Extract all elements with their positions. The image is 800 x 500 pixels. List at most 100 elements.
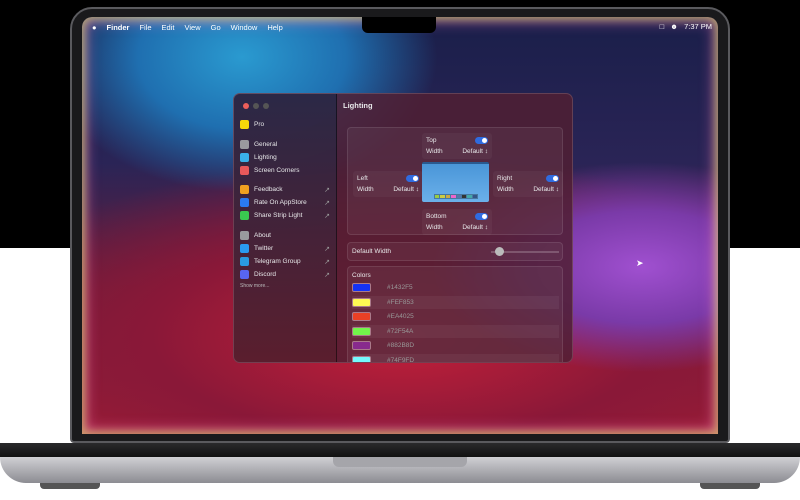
external-link-icon: ↗	[324, 212, 330, 220]
menu-finder[interactable]: Finder	[107, 23, 130, 32]
sidebar-item-label: Telegram Group	[254, 258, 301, 265]
zoom-button[interactable]	[263, 103, 269, 109]
right-toggle[interactable]	[546, 175, 559, 182]
colors-label: Colors	[352, 272, 371, 279]
sidebar-item-rate-on-appstore[interactable]: Rate On AppStore ↗	[240, 197, 332, 208]
menu-edit[interactable]: Edit	[162, 23, 175, 32]
color-hex: #EA4025	[387, 313, 414, 320]
sidebar-item-twitter[interactable]: Twitter ↗	[240, 243, 332, 254]
window-icon[interactable]: □	[660, 22, 665, 31]
menu-window[interactable]: Window	[231, 23, 258, 32]
sidebar-item-label: Rate On AppStore	[254, 199, 307, 206]
left-width-select[interactable]: Default ↕	[393, 186, 419, 193]
sidebar-item-label: Feedback	[254, 186, 283, 193]
laptop-foot	[40, 483, 100, 489]
color-row[interactable]: #882B8D	[352, 339, 559, 352]
color-swatch[interactable]	[352, 355, 371, 362]
color-swatch[interactable]	[352, 297, 371, 307]
sidebar-icon	[240, 257, 249, 266]
sidebar-item-pro[interactable]: Pro	[240, 119, 332, 130]
color-row[interactable]: #1432F5	[352, 281, 559, 294]
sidebar-item-label: About	[254, 232, 271, 239]
color-hex: #72F54A	[387, 327, 414, 335]
camera-notch	[362, 17, 436, 33]
color-row[interactable]: #72F54A	[352, 324, 559, 338]
sidebar-item-label: Lighting	[254, 154, 277, 161]
sidebar-icon	[240, 211, 249, 220]
color-row[interactable]: #EA4025	[352, 310, 559, 323]
sidebar-icon	[240, 270, 249, 279]
sidebar-icon	[240, 231, 249, 240]
apple-icon[interactable]: ●	[92, 23, 97, 32]
menu-go[interactable]: Go	[211, 23, 221, 32]
menu-extras: □ ☻ 7:37 PM	[660, 22, 712, 31]
top-toggle[interactable]	[475, 137, 488, 144]
screen-preview	[422, 162, 489, 202]
settings-window: Pro General Lighting Screen Corners Feedback…	[233, 93, 573, 363]
menu-view[interactable]: View	[184, 23, 200, 32]
right-edge: Right Width Default ↕	[493, 171, 563, 197]
color-row[interactable]: #FEF853	[352, 295, 559, 309]
top-width-select[interactable]: Default ↕	[462, 148, 488, 155]
sidebar-item-feedback[interactable]: Feedback ↗	[240, 184, 332, 195]
dock-preview	[434, 194, 478, 199]
color-swatch[interactable]	[352, 312, 371, 321]
color-swatch[interactable]	[352, 326, 371, 336]
menu-help[interactable]: Help	[267, 23, 282, 32]
bottom-label: Bottom	[426, 213, 447, 220]
top-edge: Top Width Default ↕	[422, 133, 492, 159]
external-link-icon: ↗	[324, 258, 330, 266]
minimize-button[interactable]	[253, 103, 259, 109]
color-hex: #74F9FD	[387, 356, 415, 363]
width-label: Width	[426, 148, 443, 155]
external-link-icon: ↗	[324, 199, 330, 207]
left-toggle[interactable]	[406, 175, 419, 182]
sidebar-item-label: Screen Corners	[254, 167, 300, 174]
color-swatch[interactable]	[352, 283, 371, 292]
close-button[interactable]	[243, 103, 249, 109]
menu-file[interactable]: File	[139, 23, 151, 32]
sidebar: Pro General Lighting Screen Corners Feedback…	[234, 94, 337, 362]
user-icon[interactable]: ☻	[670, 22, 678, 31]
bottom-edge: Bottom Width Default ↕	[422, 209, 492, 235]
color-hex: #882B8D	[387, 342, 415, 349]
default-width-label: Default Width	[352, 248, 392, 255]
slider-knob[interactable]	[494, 247, 504, 256]
external-link-icon: ↗	[324, 245, 330, 253]
width-label: Width	[357, 186, 374, 193]
sidebar-icon	[240, 153, 249, 162]
width-label: Width	[426, 224, 443, 231]
sidebar-item-about[interactable]: About	[240, 230, 332, 241]
left-edge: Left Width Default ↕	[353, 171, 423, 197]
right-width-select[interactable]: Default ↕	[533, 186, 559, 193]
color-row[interactable]: #74F9FD	[352, 353, 559, 363]
color-hex: #FEF853	[387, 298, 414, 306]
color-swatch[interactable]	[352, 341, 371, 350]
laptop-hinge	[0, 443, 800, 457]
sidebar-icon	[240, 140, 249, 149]
sidebar-item-lighting[interactable]: Lighting	[240, 152, 332, 163]
page-title: Lighting	[343, 101, 373, 110]
bottom-toggle[interactable]	[475, 213, 488, 220]
sidebar-item-label: Share Strip Light	[254, 212, 303, 219]
sidebar-item-telegram-group[interactable]: Telegram Group ↗	[240, 256, 332, 267]
show-more-link[interactable]: Show more...	[240, 283, 269, 289]
sidebar-item-discord[interactable]: Discord ↗	[240, 269, 332, 280]
right-label: Right	[497, 175, 513, 182]
sidebar-icon	[240, 120, 249, 129]
sidebar-item-label: Twitter	[254, 245, 274, 252]
sidebar-item-general[interactable]: General	[240, 139, 332, 150]
sidebar-icon	[240, 166, 249, 175]
external-link-icon: ↗	[324, 271, 330, 279]
bottom-width-select[interactable]: Default ↕	[462, 224, 488, 231]
sidebar-item-screen-corners[interactable]: Screen Corners	[240, 165, 332, 176]
sidebar-item-label: General	[254, 141, 278, 148]
sidebar-item-share-strip-light[interactable]: Share Strip Light ↗	[240, 210, 332, 221]
sidebar-icon	[240, 185, 249, 194]
laptop-foot	[700, 483, 760, 489]
sidebar-item-label: Discord	[254, 271, 277, 278]
clock[interactable]: 7:37 PM	[684, 22, 712, 31]
traffic-lights	[243, 103, 269, 109]
width-label: Width	[497, 186, 514, 193]
laptop-lip	[333, 457, 467, 467]
